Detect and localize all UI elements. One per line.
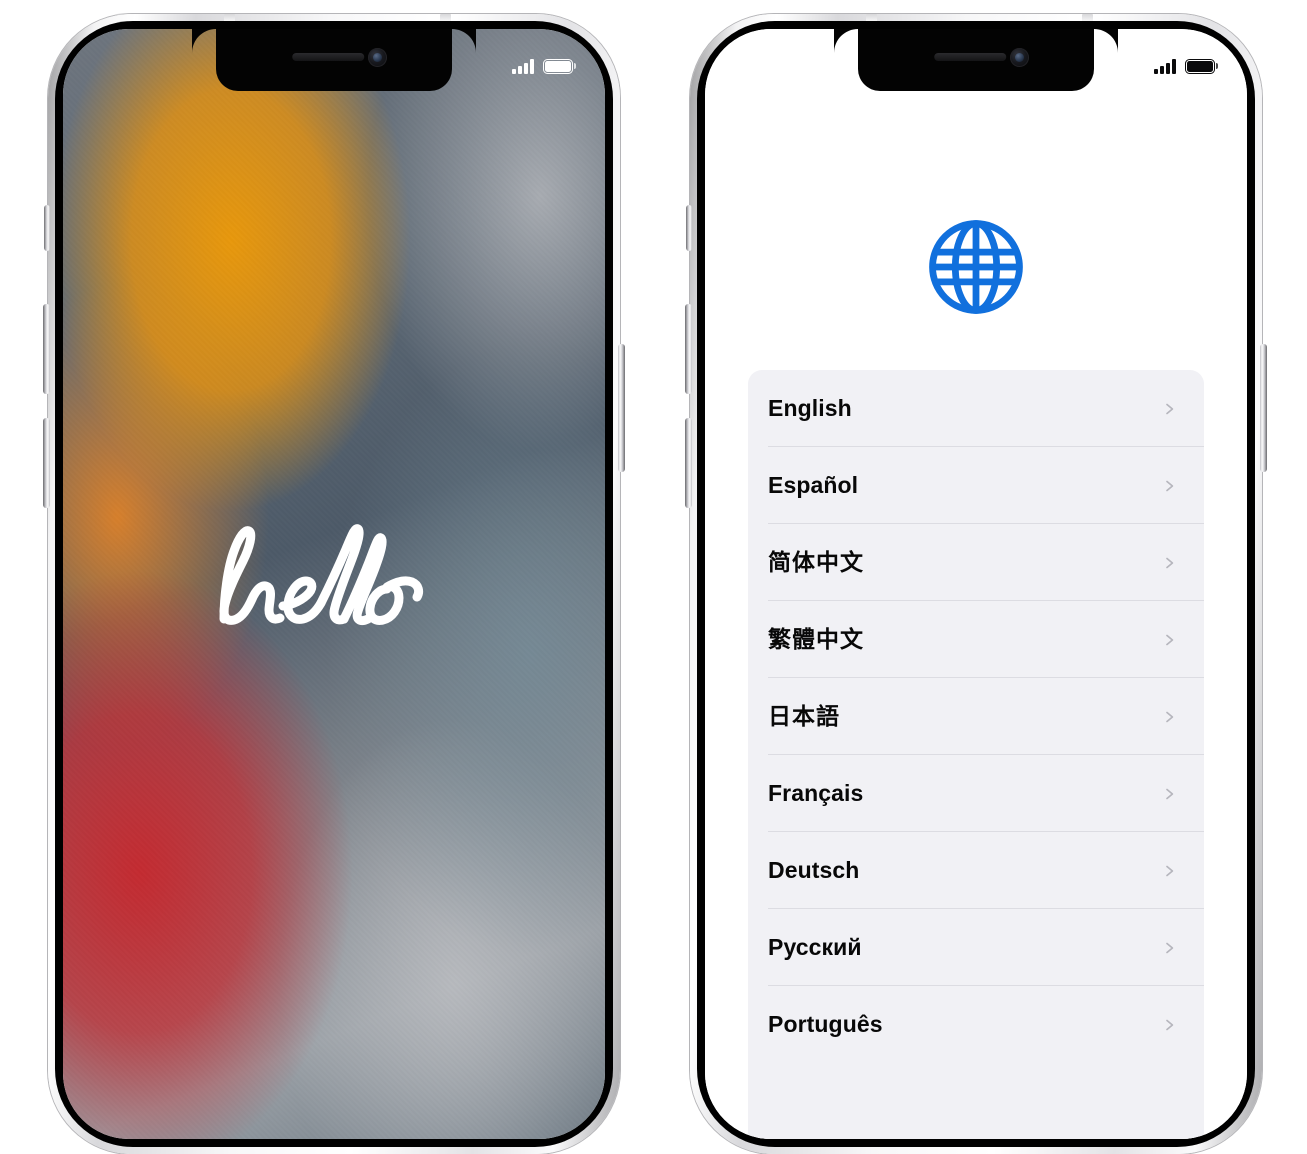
list-item[interactable]: Français	[748, 755, 1204, 832]
notch-corner-right	[1094, 29, 1118, 53]
language-label: 日本語	[768, 703, 840, 729]
cellular-signal-icon	[512, 59, 534, 74]
mute-switch[interactable]	[44, 205, 50, 251]
list-item[interactable]: 简体中文	[748, 524, 1204, 601]
right-phone: English Español 简体中文 繁體中文 日本語 Français D…	[685, 14, 1267, 1154]
earpiece-speaker-icon	[292, 53, 365, 61]
list-item[interactable]: Русский	[748, 909, 1204, 986]
chevron-right-icon	[1164, 788, 1176, 800]
volume-down-button[interactable]	[43, 418, 50, 508]
notch-corner-left	[192, 29, 216, 53]
notch-corner-right	[452, 29, 476, 53]
front-camera-icon	[1010, 48, 1029, 67]
chevron-right-icon	[1164, 634, 1176, 646]
language-label: Français	[768, 780, 864, 806]
list-item[interactable]: 繁體中文	[748, 601, 1204, 678]
language-label: 繁體中文	[768, 626, 864, 652]
chevron-right-icon	[1164, 480, 1176, 492]
chevron-right-icon	[1164, 403, 1176, 415]
list-item[interactable]: English	[748, 370, 1204, 447]
chevron-right-icon	[1164, 557, 1176, 569]
volume-up-button[interactable]	[685, 304, 692, 394]
status-bar	[512, 59, 577, 74]
language-list: English Español 简体中文 繁體中文 日本語 Français D…	[748, 370, 1204, 1139]
language-label: Español	[768, 472, 859, 498]
battery-icon	[1185, 59, 1219, 74]
status-bar	[1154, 59, 1219, 74]
volume-down-button[interactable]	[685, 418, 692, 508]
scene: English Español 简体中文 繁體中文 日本語 Français D…	[0, 0, 1307, 1154]
right-phone-screen: English Español 简体中文 繁體中文 日本語 Français D…	[705, 29, 1247, 1139]
mute-switch[interactable]	[686, 205, 692, 251]
list-item[interactable]: Português	[748, 986, 1204, 1063]
language-label: Русский	[768, 934, 862, 960]
chevron-right-icon	[1164, 942, 1176, 954]
list-item[interactable]: Español	[748, 447, 1204, 524]
language-label: Português	[768, 1011, 883, 1037]
power-button[interactable]	[618, 344, 625, 472]
language-label: English	[768, 395, 852, 421]
earpiece-speaker-icon	[934, 53, 1007, 61]
front-camera-icon	[368, 48, 387, 67]
volume-up-button[interactable]	[43, 304, 50, 394]
left-phone	[43, 14, 625, 1154]
chevron-right-icon	[1164, 865, 1176, 877]
notch-corner-left	[834, 29, 858, 53]
globe-icon	[923, 214, 1029, 320]
language-selection-screen: English Español 简体中文 繁體中文 日本語 Français D…	[705, 29, 1247, 1139]
power-button[interactable]	[1260, 344, 1267, 472]
list-item[interactable]: Deutsch	[748, 832, 1204, 909]
chevron-right-icon	[1164, 711, 1176, 723]
language-label: 简体中文	[768, 549, 864, 575]
language-label: Deutsch	[768, 857, 860, 883]
chevron-right-icon	[1164, 1019, 1176, 1031]
hello-wordmark	[184, 509, 484, 659]
list-item[interactable]: 日本語	[748, 678, 1204, 755]
left-phone-screen	[63, 29, 605, 1139]
cellular-signal-icon	[1154, 59, 1176, 74]
battery-icon	[543, 59, 577, 74]
